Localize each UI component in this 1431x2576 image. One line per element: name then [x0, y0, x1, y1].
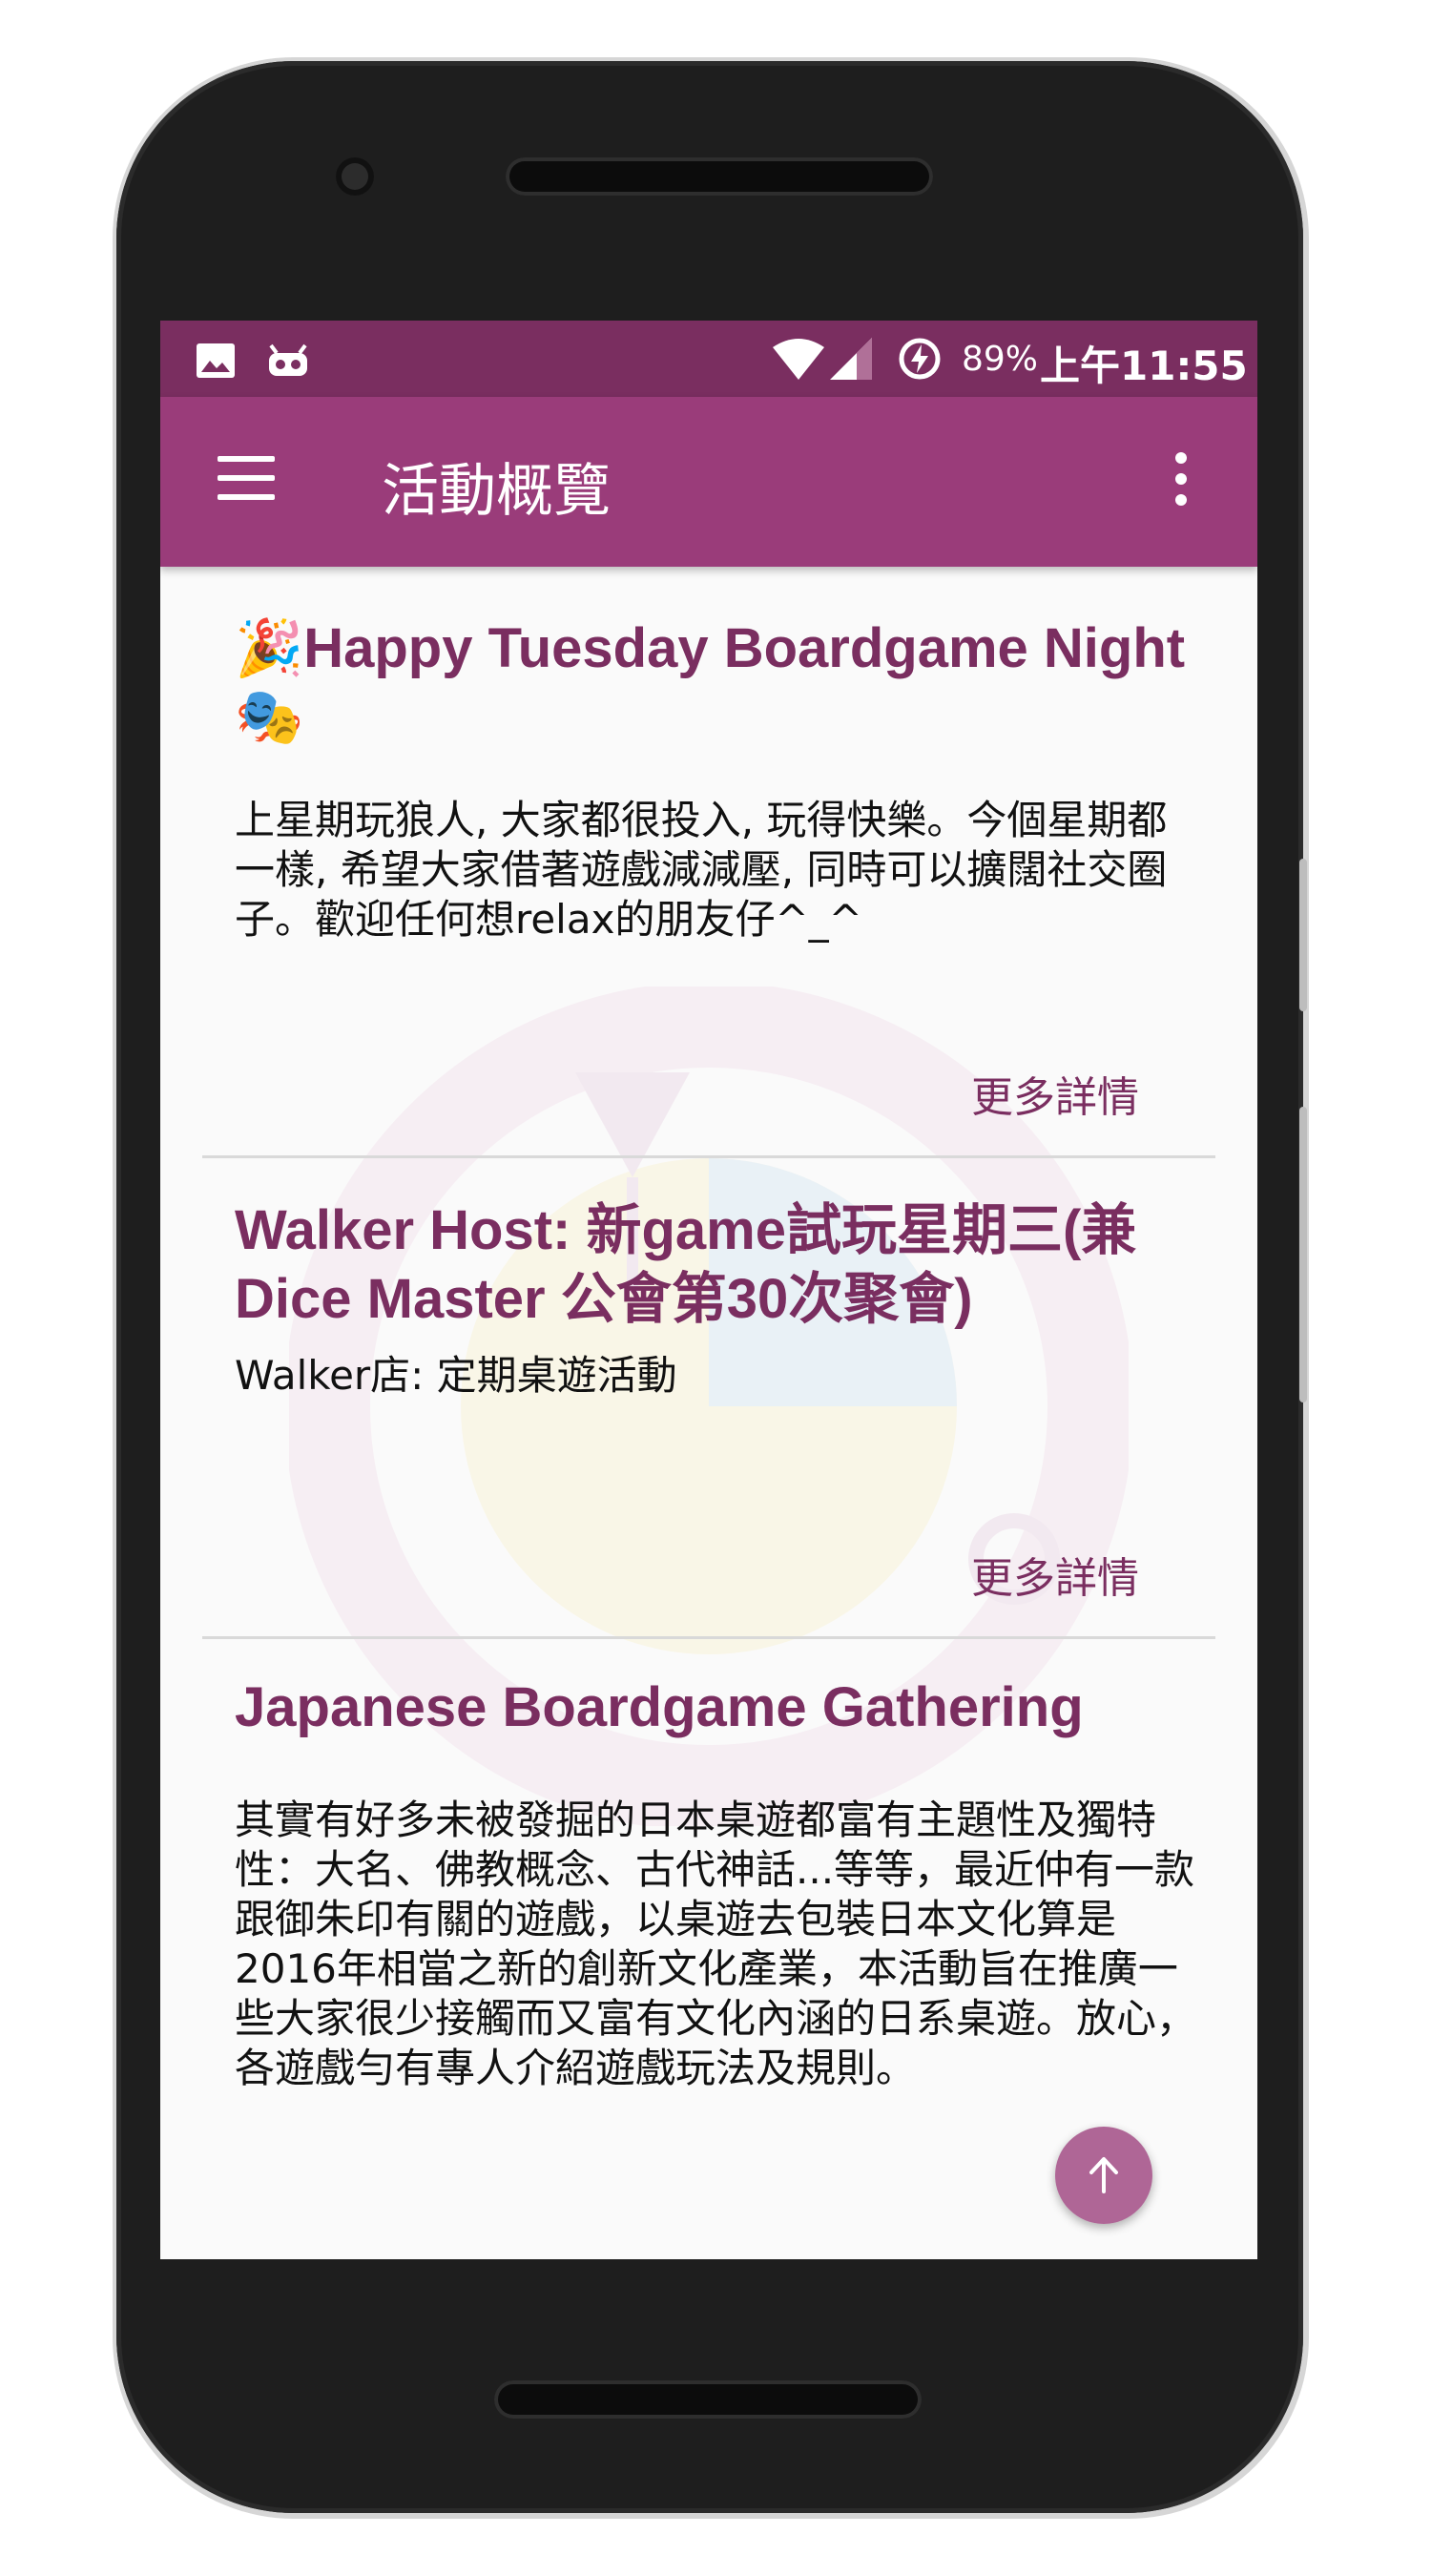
app-bar: 活動概覽: [160, 397, 1257, 567]
event-card[interactable]: Walker Host: 新game試玩星期三(兼Dice Master 公會第…: [202, 1158, 1215, 1635]
battery-percent: 89%: [962, 340, 1039, 379]
more-details-link[interactable]: 更多詳情: [971, 1544, 1139, 1605]
arrow-up-icon: [1089, 2157, 1118, 2193]
event-description: Walker店: 定期桌遊活動: [235, 1352, 677, 1399]
event-description: 其實有好多未被發掘的日本桌遊都富有主題性及獨特性：大名、佛教概念、古代神話...…: [235, 1797, 1197, 2091]
event-description: 上星期玩狼人, 大家都很投入, 玩得快樂。今個星期都一樣, 希望大家借著遊戲減減…: [235, 797, 1168, 943]
scroll-to-top-button[interactable]: [1055, 2127, 1152, 2224]
phone-volume-button: [1299, 859, 1307, 1011]
bottom-speaker: [494, 2380, 922, 2419]
event-card[interactable]: 🎉Happy Tuesday Boardgame Night🎭 上星期玩狼人, …: [202, 567, 1215, 1130]
overflow-menu-icon[interactable]: [1172, 450, 1191, 508]
signal-icon: [830, 338, 872, 380]
clock: 上午11:55: [1040, 343, 1248, 389]
more-details-link[interactable]: 更多詳情: [971, 1063, 1139, 1124]
event-title[interactable]: 🎉Happy Tuesday Boardgame Night🎭: [235, 614, 1198, 752]
menu-icon[interactable]: [218, 456, 275, 502]
page-title: 活動概覽: [382, 458, 611, 525]
event-list[interactable]: 🎉Happy Tuesday Boardgame Night🎭 上星期玩狼人, …: [160, 567, 1257, 2259]
notification-robot-icon: [269, 343, 307, 376]
phone-screen: 89% 上午11:55 活動概覽 🎉Happy Tuesday Boardgam…: [160, 321, 1257, 2259]
status-bar: 89% 上午11:55: [160, 321, 1257, 397]
front-camera: [336, 157, 374, 196]
event-title[interactable]: Japanese Boardgame Gathering: [235, 1673, 1198, 1742]
image-icon: [197, 343, 235, 378]
battery-saver-icon: [899, 338, 941, 380]
event-title[interactable]: Walker Host: 新game試玩星期三(兼Dice Master 公會第…: [235, 1196, 1198, 1334]
phone-power-button: [1299, 1107, 1307, 1402]
earpiece-speaker: [506, 157, 933, 196]
wifi-icon: [773, 339, 824, 380]
